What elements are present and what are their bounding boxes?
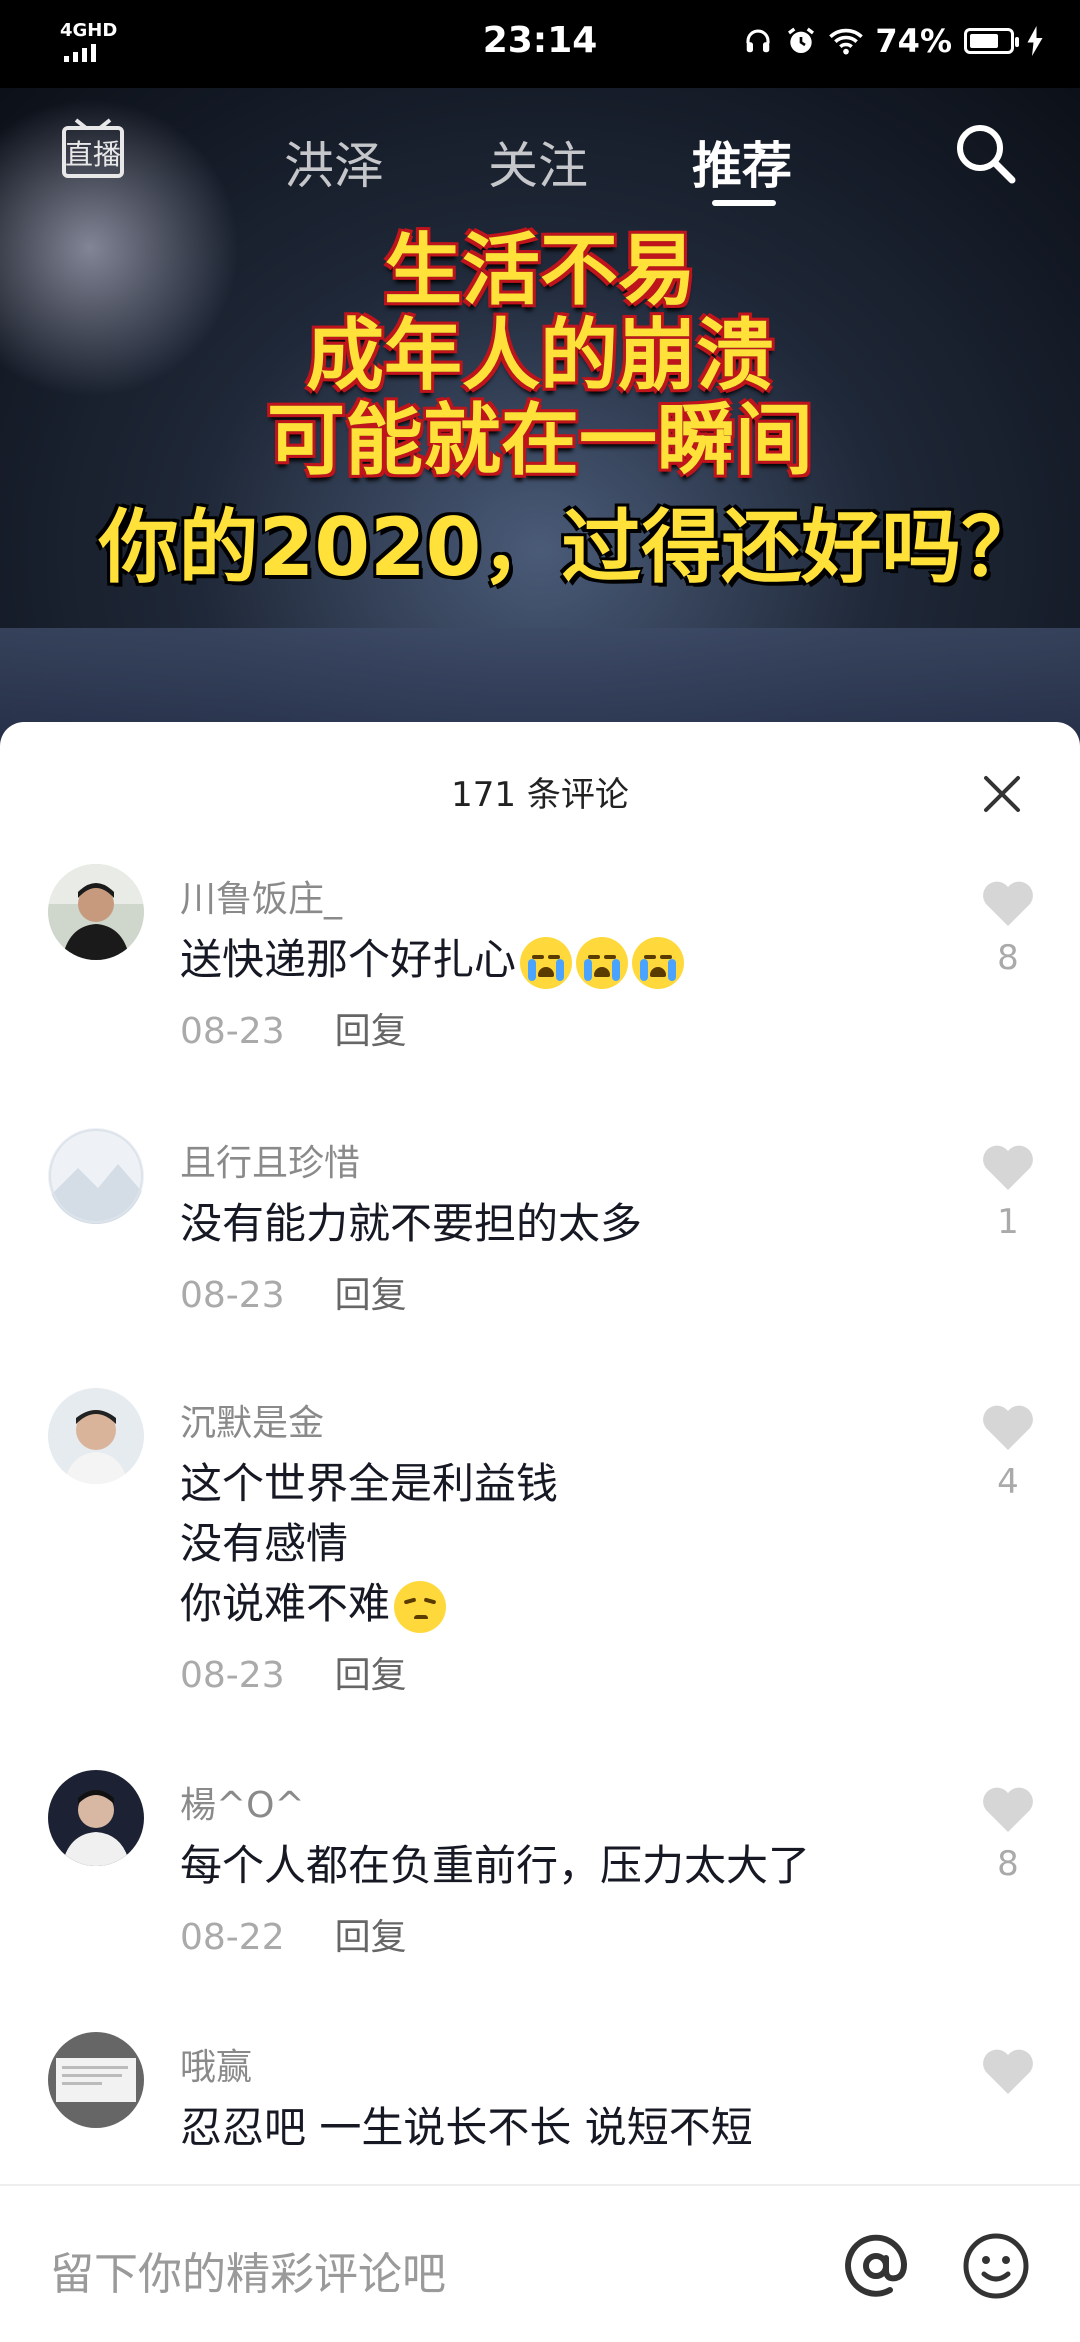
battery-icon — [964, 28, 1019, 54]
heart-icon — [983, 2049, 1033, 2094]
comment-text: 送快递那个好扎心 — [180, 930, 685, 990]
avatar[interactable] — [48, 864, 144, 960]
reply-button[interactable]: 回复 — [335, 1011, 407, 1052]
like-count: 8 — [997, 1844, 1019, 1884]
comment-text: 每个人都在负重前行，压力太大了 — [180, 1841, 811, 1890]
close-icon[interactable] — [980, 772, 1024, 816]
comment-text: 这个世界全是利益钱 没有感情 你说难不难 — [180, 1454, 558, 1634]
video-caption-line3: 可能就在一瞬间 — [266, 396, 813, 486]
like-button[interactable]: 8 — [980, 1786, 1036, 1884]
avatar[interactable] — [48, 1388, 144, 1484]
like-count: 8 — [997, 938, 1019, 978]
emoji-icon[interactable] — [960, 2230, 1032, 2302]
charging-icon — [1027, 26, 1043, 56]
like-button[interactable] — [980, 2048, 1036, 2096]
headphones-icon — [746, 29, 770, 53]
comments-count-title: 171 条评论 — [451, 775, 629, 815]
comments-sheet: 171 条评论 川鲁饭庄_ 送快递那个好扎心 08-23 回复 8 且行且珍惜 没… — [0, 722, 1080, 2340]
comment-text-content: 送快递那个好扎心 — [180, 935, 517, 984]
heart-icon — [983, 881, 1033, 926]
status-bar: 4GHD 23:14 74% — [0, 0, 1080, 88]
avatar[interactable] — [48, 1128, 144, 1224]
tab-recommended[interactable]: 推荐 — [692, 126, 792, 198]
comment-meta: 08-23 回复 — [180, 1266, 407, 1318]
heart-icon — [983, 1787, 1033, 1832]
heart-icon — [983, 1145, 1033, 1190]
active-tab-indicator — [712, 200, 776, 206]
comment-meta: 08-23 回复 — [180, 1646, 407, 1698]
comment-date: 08-23 — [180, 1655, 285, 1696]
reply-button[interactable]: 回复 — [335, 1655, 407, 1696]
crying-face-icon — [520, 936, 573, 989]
avatar[interactable] — [48, 2032, 144, 2128]
like-button[interactable]: 1 — [980, 1144, 1036, 1242]
alarm-icon — [788, 27, 815, 53]
like-count: 1 — [997, 1202, 1019, 1242]
comment-username[interactable]: 哦赢 — [180, 2038, 252, 2090]
crying-face-icon — [632, 936, 685, 989]
video-caption-line4: 你的2020，过得还好吗？ — [98, 501, 1042, 594]
comment-username[interactable]: 楊^O^ — [180, 1776, 305, 1828]
like-button[interactable]: 4 — [980, 1404, 1036, 1502]
at-icon[interactable] — [840, 2230, 912, 2302]
crying-face-icon — [576, 936, 629, 989]
smirking-face-icon — [394, 1580, 447, 1633]
comment-text-content: 这个世界全是利益钱 没有感情 你说难不难 — [180, 1459, 559, 1628]
like-button[interactable]: 8 — [980, 880, 1036, 978]
wifi-icon — [829, 28, 864, 55]
status-right: 74% — [743, 22, 1044, 60]
comment-date: 08-23 — [180, 1275, 285, 1316]
reply-button[interactable]: 回复 — [335, 1917, 407, 1958]
comment-date: 08-22 — [180, 1917, 285, 1958]
tab-following[interactable]: 关注 — [488, 126, 588, 198]
comment-input-bar: 留下你的精彩评论吧 — [0, 2184, 1080, 2342]
battery-percent: 74% — [875, 22, 952, 60]
svg-text:直播: 直播 — [65, 138, 121, 171]
like-count: 4 — [997, 1462, 1019, 1502]
tab-local[interactable]: 洪泽 — [284, 126, 384, 198]
comment-username[interactable]: 沉默是金 — [180, 1394, 324, 1446]
reply-button[interactable]: 回复 — [335, 1275, 407, 1316]
comment-date: 08-23 — [180, 1011, 285, 1052]
avatar[interactable] — [48, 1770, 144, 1866]
top-nav: 直播 洪泽 关注 推荐 — [0, 88, 1080, 206]
comment-meta: 08-22 回复 — [180, 1908, 407, 1960]
comment-username[interactable]: 川鲁饭庄_ — [180, 870, 342, 922]
comment-meta: 08-23 回复 — [180, 1002, 407, 1054]
comment-text: 没有能力就不要担的太多 — [180, 1199, 643, 1248]
search-icon[interactable] — [950, 118, 1020, 188]
comment-text: 忍忍吧 一生说长不长 说短不短 — [180, 2103, 753, 2152]
comment-username[interactable]: 且行且珍惜 — [180, 1134, 360, 1186]
comment-input[interactable]: 留下你的精彩评论吧 — [50, 2238, 446, 2302]
live-stream-icon[interactable]: 直播 — [60, 116, 126, 182]
video-player[interactable]: 直播 洪泽 关注 推荐 生活不易 成年人的崩溃 可能就在一瞬间 你的2020，过… — [0, 88, 1080, 748]
heart-icon — [983, 1405, 1033, 1450]
